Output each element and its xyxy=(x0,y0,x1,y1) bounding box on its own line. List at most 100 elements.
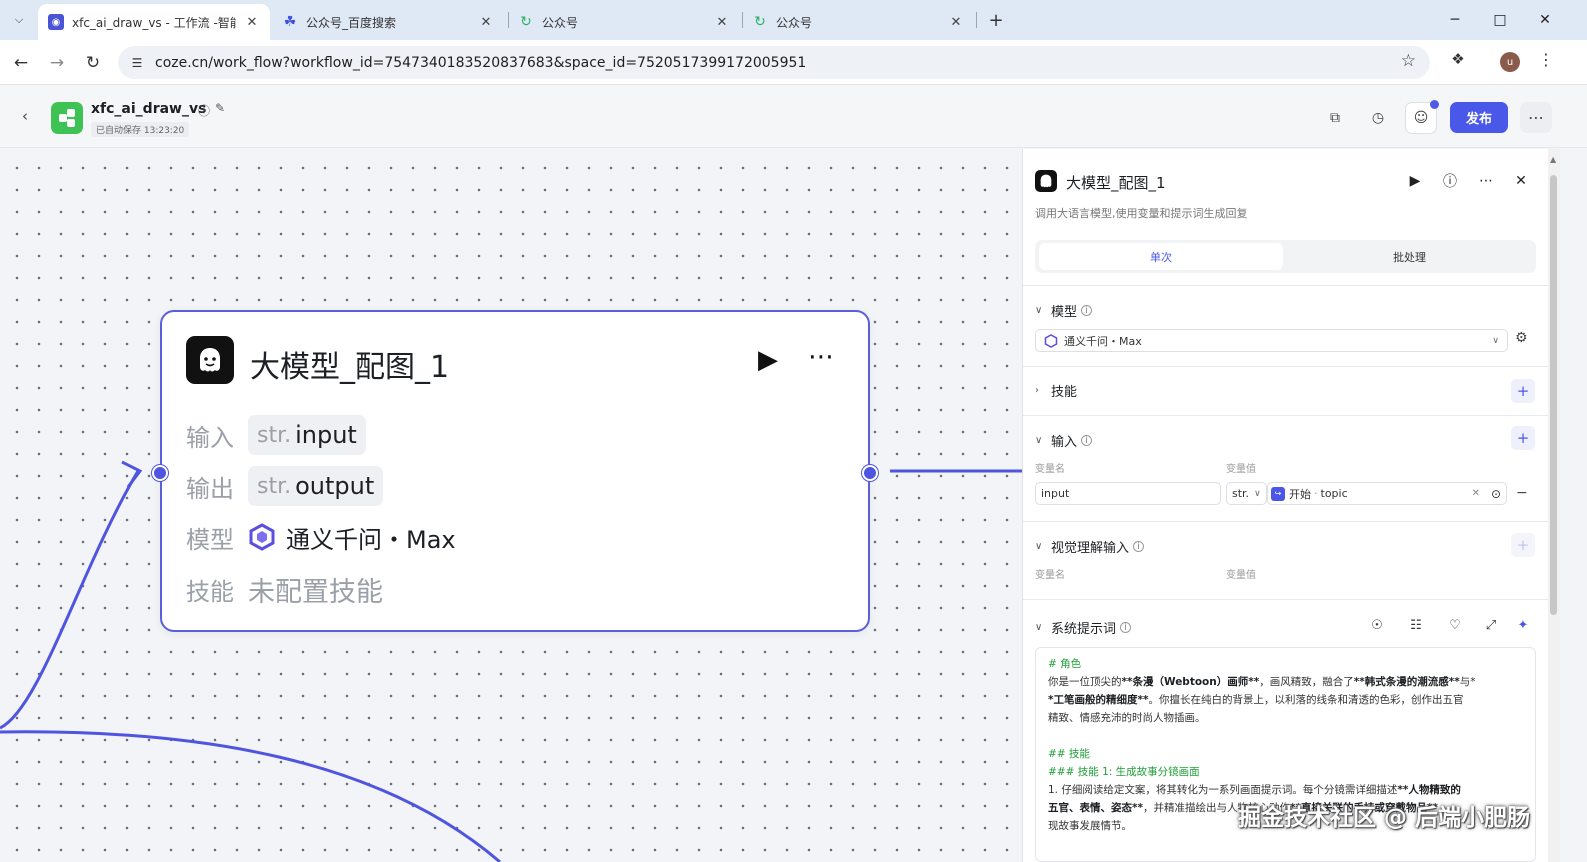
model-selected: 通义千问・Max xyxy=(1064,334,1142,348)
scrollbar-thumb[interactable] xyxy=(1550,175,1557,615)
input-var-name-field[interactable]: input xyxy=(1035,482,1221,505)
extensions-icon[interactable]: ❖ xyxy=(1446,50,1470,68)
publish-button[interactable]: 发布 xyxy=(1450,102,1508,133)
ref-var: topic xyxy=(1320,487,1348,500)
ref-node: 开始 xyxy=(1289,487,1311,501)
prompt-blank-line xyxy=(1048,727,1523,745)
chevron-down-icon: ∨ xyxy=(1035,305,1043,316)
node-output-port[interactable] xyxy=(862,465,878,481)
panel-description: 调用大语言模型,使用变量和提示词生成回复 xyxy=(1035,207,1248,220)
input-var-pill: str. input xyxy=(248,415,366,455)
browser-tab-strip: ⌵ ◉ xfc_ai_draw_vs - 工作流 -智能 ✕ ☘ 公众号_百度搜… xyxy=(0,0,1587,40)
input-var-value-field[interactable]: ↪ 开始 · topic ✕ ⊙ xyxy=(1267,482,1507,505)
profile-avatar[interactable]: u xyxy=(1500,52,1520,72)
expand-icon[interactable]: ⤢ xyxy=(1482,618,1500,633)
tab-search-chevron-icon[interactable]: ⌵ xyxy=(8,9,30,31)
var-value-label: 变量值 xyxy=(1226,464,1256,475)
tab-close-icon[interactable]: ✕ xyxy=(948,15,964,30)
edit-icon[interactable]: ✎ xyxy=(215,101,225,115)
model-select[interactable]: 通义千问・Max ∨ xyxy=(1035,329,1508,352)
panel-scrollbar[interactable]: ▲ xyxy=(1548,149,1560,862)
ai-optimize-sparkle-icon[interactable]: ✦ xyxy=(1514,618,1532,633)
panel-title: 大模型_配图_1 xyxy=(1066,174,1166,192)
reload-icon[interactable]: ↻ xyxy=(80,50,106,76)
info-icon: i xyxy=(1081,305,1093,316)
skill-label: 技能 xyxy=(186,577,234,606)
maximize-icon[interactable]: □ xyxy=(1485,6,1515,34)
node-skill-row: 技能 未配置技能 xyxy=(186,569,383,609)
run-node-icon[interactable]: ▶ xyxy=(758,345,778,375)
tab-close-icon[interactable]: ✕ xyxy=(244,15,260,30)
divider xyxy=(1023,599,1548,600)
panel-more-icon[interactable]: ⋯ xyxy=(1475,170,1497,192)
input-name: input xyxy=(295,421,357,449)
ref-separator: · xyxy=(1314,487,1318,500)
close-window-icon[interactable]: ✕ xyxy=(1530,6,1560,34)
help-icon[interactable]: ⓘ xyxy=(1439,170,1461,192)
model-settings-gear-icon[interactable]: ⚙ xyxy=(1515,330,1528,346)
divider xyxy=(1023,521,1548,522)
forward-arrow-icon[interactable]: → xyxy=(44,50,70,76)
input-var-type-select[interactable]: str. ∨ xyxy=(1226,482,1267,505)
browser-tab-baidu[interactable]: ☘ 公众号_百度搜索 ✕ xyxy=(272,4,504,40)
system-prompt-header[interactable]: ∨ 系统提示词 i xyxy=(1035,618,1132,637)
wechat-favicon-icon: ↻ xyxy=(754,14,766,30)
bookmark-star-icon[interactable]: ☆ xyxy=(1401,51,1416,71)
info-icon[interactable]: ⓘ xyxy=(198,102,210,119)
skills-section-header[interactable]: › 技能 xyxy=(1035,381,1077,400)
variable-picker-icon[interactable]: ⊙ xyxy=(1491,487,1501,501)
library-icon[interactable]: ☷ xyxy=(1407,618,1425,633)
copy-icon[interactable]: ⧉ xyxy=(1322,105,1348,131)
divider xyxy=(1023,285,1548,286)
minimize-icon[interactable]: ─ xyxy=(1440,6,1470,34)
vision-section-header[interactable]: ∨ 视觉理解输入 i xyxy=(1035,537,1145,556)
back-chevron-icon[interactable]: ‹ xyxy=(22,107,28,125)
chevron-right-icon: › xyxy=(1035,385,1039,396)
lightbulb-icon[interactable]: ♡ xyxy=(1446,618,1464,633)
browser-tab-gzh-1[interactable]: ↻ 公众号 ✕ xyxy=(508,4,740,40)
history-icon[interactable]: ◷ xyxy=(1365,105,1391,131)
new-tab-button[interactable]: + xyxy=(984,8,1008,32)
workflow-header: ‹ xfc_ai_draw_vs ⓘ ✎ 已自动保存 13:23:20 ⧉ ◷ … xyxy=(0,85,1587,148)
run-icon[interactable]: ▶ xyxy=(1404,170,1426,192)
add-skill-button[interactable]: + xyxy=(1511,379,1535,403)
coze-favicon-icon: ◉ xyxy=(48,14,64,30)
scroll-up-icon[interactable]: ▲ xyxy=(1550,155,1556,164)
workflow-logo-icon xyxy=(51,102,83,134)
add-input-button[interactable]: + xyxy=(1511,426,1535,450)
browser-menu-icon[interactable]: ⋮ xyxy=(1538,50,1554,69)
node-input-port[interactable] xyxy=(152,465,168,481)
compass-icon[interactable]: ☉ xyxy=(1368,618,1386,633)
browser-tab-gzh-2[interactable]: ↻ 公众号 ✕ xyxy=(742,4,974,40)
close-panel-icon[interactable]: ✕ xyxy=(1510,170,1532,192)
workflow-canvas[interactable]: 大模型_配图_1 ▶ ⋯ 输入 str. input 输出 str. outpu… xyxy=(0,149,1022,862)
clear-icon[interactable]: ✕ xyxy=(1472,488,1480,499)
node-output-row: 输出 str. output xyxy=(186,466,384,506)
add-vision-input-button[interactable]: + xyxy=(1511,533,1535,557)
site-info-icon[interactable]: ☰ xyxy=(126,52,148,74)
info-icon: i xyxy=(1133,541,1145,552)
tab-title: 公众号 xyxy=(776,15,813,30)
input-section-header[interactable]: ∨ 输入 i xyxy=(1035,431,1093,450)
section-title: 视觉理解输入 xyxy=(1051,541,1130,556)
node-config-panel: 大模型_配图_1 ▶ ⓘ ⋯ ✕ 调用大语言模型,使用变量和提示词生成回复 单次… xyxy=(1022,149,1548,862)
browser-tab-workflow[interactable]: ◉ xfc_ai_draw_vs - 工作流 -智能 ✕ xyxy=(38,4,270,40)
model-label: 模型 xyxy=(186,525,234,554)
tab-batch[interactable]: 批处理 xyxy=(1287,243,1532,270)
variable-reference-chip: ↪ 开始 · topic xyxy=(1271,486,1348,502)
model-section-header[interactable]: ∨ 模型 i xyxy=(1035,301,1093,320)
llm-node-card[interactable]: 大模型_配图_1 ▶ ⋯ 输入 str. input 输出 str. outpu… xyxy=(160,310,870,632)
input-type: str. xyxy=(257,422,292,448)
back-arrow-icon[interactable]: ← xyxy=(8,50,34,76)
watermark: 掘金技术社区 @ 后端小肥肠 xyxy=(1238,805,1531,831)
remove-input-icon[interactable]: − xyxy=(1516,485,1528,501)
tab-close-icon[interactable]: ✕ xyxy=(478,15,494,30)
more-options-icon[interactable]: ⋯ xyxy=(1520,102,1552,133)
tab-close-icon[interactable]: ✕ xyxy=(714,15,730,30)
address-bar[interactable]: ☰ coze.cn/work_flow?workflow_id=75473401… xyxy=(118,46,1430,79)
run-mode-switch: 单次 批处理 xyxy=(1035,240,1536,273)
tab-title: 公众号 xyxy=(542,15,579,30)
node-more-icon[interactable]: ⋯ xyxy=(808,342,836,372)
tab-single[interactable]: 单次 xyxy=(1039,243,1283,270)
prompt-heading: ## 技能 xyxy=(1048,748,1090,760)
